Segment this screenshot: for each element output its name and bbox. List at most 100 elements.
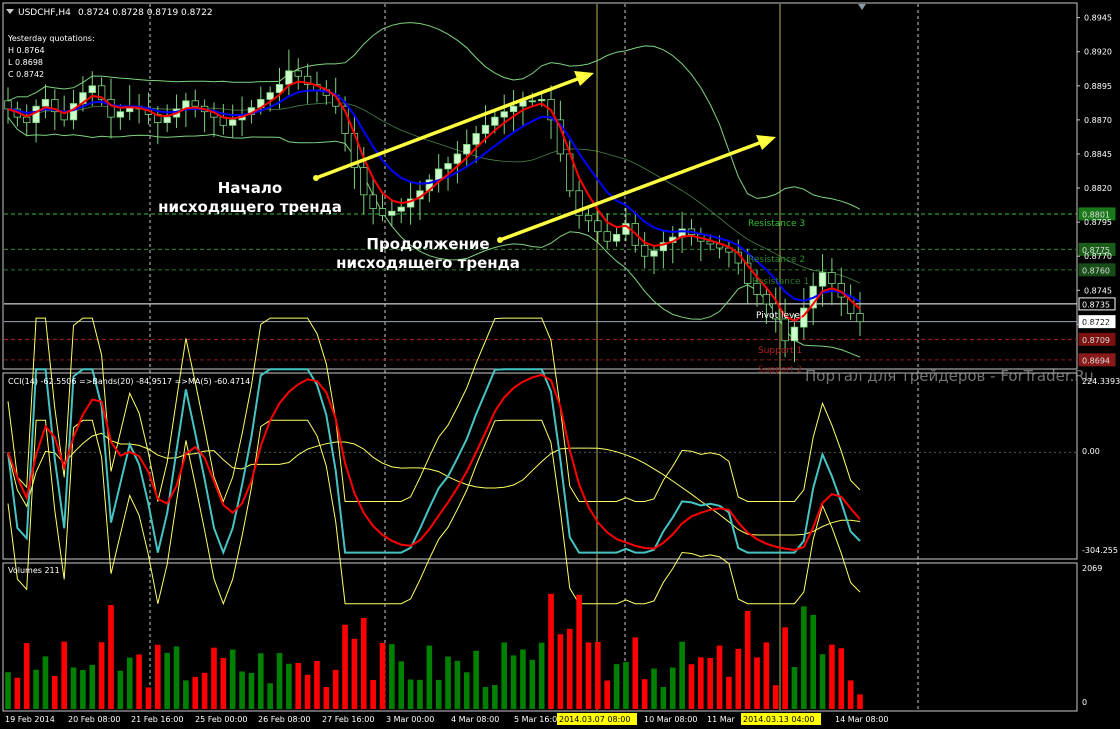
- price-tick-label: 0.8845: [1084, 150, 1112, 159]
- volume-bar: [257, 653, 264, 709]
- candle-body: [360, 167, 368, 196]
- price-tick-label: 0.8870: [1084, 116, 1112, 125]
- volume-bar: [89, 664, 96, 709]
- volume-bar: [23, 643, 30, 709]
- volume-bar: [229, 649, 236, 709]
- symbol-dropdown-icon[interactable]: [6, 9, 14, 14]
- cci-tick-bottom: -304.255: [1082, 546, 1118, 555]
- candle-body: [294, 70, 302, 77]
- volume-bar: [417, 679, 423, 709]
- time-label: 20 Feb 08:00: [68, 715, 120, 724]
- volume-bar: [192, 676, 199, 709]
- volume-bar: [267, 683, 273, 709]
- annotation-start-line2: нисходящего тренда: [158, 198, 342, 216]
- candle-body: [4, 100, 12, 110]
- yesterday-low: L 0.8698: [8, 58, 43, 67]
- candle-body: [594, 220, 602, 233]
- volume-bar: [276, 652, 283, 709]
- volume-label: Volumes 211: [8, 566, 60, 575]
- candle-body: [828, 272, 836, 284]
- volume-bars: [5, 593, 863, 709]
- volume-bar: [304, 674, 311, 709]
- volume-bar: [473, 650, 479, 709]
- candle-body: [69, 103, 78, 121]
- annotation-cont-line2: нисходящего тренда: [336, 254, 520, 272]
- volume-bar: [754, 657, 760, 709]
- volume-tick-top: 2069: [1082, 564, 1102, 573]
- volume-bar: [632, 637, 639, 709]
- candle-body: [88, 85, 96, 94]
- volume-bar: [651, 668, 657, 709]
- watermark: Портал для трейдеров - ForTrader.Ru: [805, 367, 1094, 385]
- volume-bar: [810, 614, 816, 709]
- volume-bar: [595, 641, 601, 709]
- price-tick-label: 0.8745: [1084, 286, 1112, 295]
- volume-bar: [239, 671, 245, 709]
- volume-bar: [164, 652, 170, 709]
- volume-bar: [857, 694, 863, 709]
- volume-bar: [520, 649, 526, 709]
- symbol-label: USDCHF,H4: [18, 8, 71, 18]
- candle-body: [856, 313, 864, 323]
- volume-bar: [716, 645, 723, 709]
- volume-bar: [360, 617, 367, 709]
- volume-bar: [529, 659, 536, 709]
- volume-bar: [183, 680, 189, 709]
- candle-body: [285, 70, 293, 85]
- volume-bar: [623, 661, 629, 709]
- volume-bar: [332, 669, 339, 709]
- cci-line: [7, 368, 861, 556]
- candle-body: [116, 111, 125, 118]
- volume-bar: [613, 664, 620, 709]
- time-label: 10 Mar 08:00: [644, 715, 697, 724]
- candle-body: [32, 105, 40, 124]
- time-axis: 19 Feb 2014 20 Feb 08:00 21 Feb 16:00 25 Fe…: [5, 713, 888, 725]
- candle-body: [509, 105, 518, 113]
- volume-bar: [248, 672, 255, 709]
- volume-bar: [70, 667, 77, 709]
- candle-body: [781, 318, 789, 342]
- candle-body: [23, 116, 31, 124]
- volume-bar: [136, 654, 142, 709]
- volume-bar: [220, 658, 227, 709]
- volume-bar: [370, 679, 376, 709]
- volume-bar: [126, 657, 133, 709]
- volume-bar: [726, 676, 732, 709]
- volume-bar: [829, 644, 835, 709]
- highlight-time-label: 2014.03.07 08:00: [559, 715, 630, 724]
- volume-bar: [5, 672, 11, 709]
- volume-bar: [847, 680, 854, 709]
- time-label: 14 Mar 08:00: [835, 715, 888, 724]
- price-tick-label: 0.8920: [1084, 48, 1112, 57]
- trend-arrow-2: [499, 140, 763, 242]
- volume-bar: [398, 661, 405, 709]
- arrowhead-2: [756, 135, 776, 150]
- volume-bar: [426, 645, 433, 709]
- arrowhead-1: [574, 71, 594, 86]
- candlesticks: [4, 49, 864, 363]
- volume-bar: [351, 638, 358, 709]
- candle-body: [191, 100, 199, 107]
- volume-bar: [295, 662, 302, 709]
- cci-tick-zero: 0.00: [1082, 447, 1100, 456]
- candle-body: [472, 133, 480, 145]
- annotation-start-line1: Начало: [218, 179, 282, 197]
- candle-body: [41, 99, 50, 107]
- price-tick-label: 0.8820: [1084, 184, 1112, 193]
- trading-chart: 0.88010.87750.87600.87350.87220.87090.86…: [2, 2, 1120, 725]
- scroll-marker-icon[interactable]: [858, 4, 866, 10]
- volume-bar: [698, 657, 704, 709]
- ohlc-values: 0.8724 0.8728 0.8719 0.8722: [78, 8, 213, 18]
- resistance1-label: Resistance 1: [752, 277, 809, 287]
- candle-body: [463, 144, 471, 155]
- volume-bar: [772, 685, 779, 709]
- time-label: 25 Feb 00:00: [195, 715, 247, 724]
- fast-ma-line: [7, 80, 861, 322]
- volume-bar: [98, 642, 105, 709]
- volume-bar: [454, 660, 461, 709]
- price-tick-label: 0.8795: [1084, 218, 1112, 227]
- candle-body: [612, 233, 621, 242]
- volume-bar: [173, 646, 180, 709]
- volume-bar: [707, 657, 714, 709]
- arrow-start-1: [313, 175, 319, 181]
